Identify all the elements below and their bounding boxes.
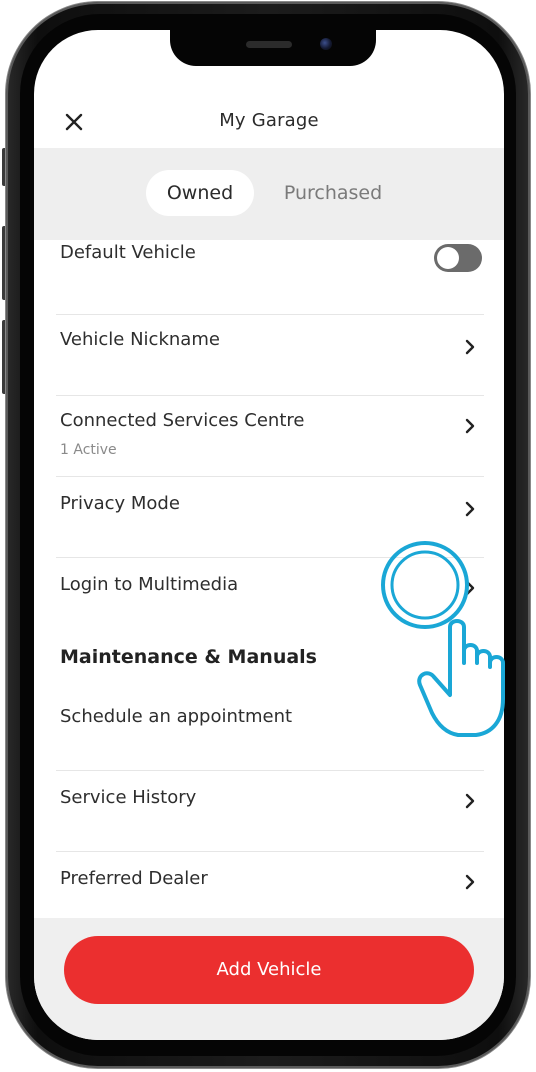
service-history-label: Service History [60, 787, 197, 808]
connected-services-status: 1 Active [60, 442, 117, 458]
preferred-dealer-label: Preferred Dealer [60, 868, 208, 889]
privacy-mode-label: Privacy Mode [60, 493, 180, 514]
maintenance-section-title: Maintenance & Manuals [60, 646, 317, 668]
login-multimedia-label: Login to Multimedia [60, 574, 239, 595]
default-vehicle-label: Default Vehicle [60, 242, 196, 263]
chevron-right-icon [465, 339, 475, 355]
chevron-right-icon [465, 418, 475, 434]
front-camera [320, 38, 332, 50]
tab-purchased[interactable]: Purchased [266, 170, 400, 216]
toggle-knob [437, 247, 459, 269]
default-vehicle-row: Default Vehicle [56, 240, 484, 314]
chevron-right-icon [465, 501, 475, 517]
preferred-dealer-row[interactable]: Preferred Dealer [56, 852, 484, 918]
phone-screen: My Garage Owned Purchased Default Vehicl… [34, 30, 504, 1040]
vehicle-nickname-row[interactable]: Vehicle Nickname [56, 315, 484, 395]
connected-services-label: Connected Services Centre [60, 410, 305, 431]
service-history-row[interactable]: Service History [56, 771, 484, 851]
tab-bar: Owned Purchased [34, 148, 504, 240]
default-vehicle-toggle[interactable] [434, 244, 482, 272]
settings-list: Default Vehicle Vehicle Nickname Connect… [34, 240, 504, 918]
notch [170, 30, 376, 66]
header: My Garage [34, 98, 504, 148]
speaker-grille [246, 41, 292, 48]
connected-services-row[interactable]: Connected Services Centre 1 Active [56, 396, 484, 476]
schedule-appointment-row[interactable]: Schedule an appointment [56, 690, 484, 770]
chevron-right-icon [465, 874, 475, 890]
schedule-appointment-label: Schedule an appointment [60, 706, 293, 727]
page-title: My Garage [219, 110, 319, 131]
vehicle-nickname-label: Vehicle Nickname [60, 329, 220, 350]
login-multimedia-row[interactable]: Login to Multimedia [56, 558, 484, 630]
footer: Add Vehicle [34, 918, 504, 1040]
privacy-mode-row[interactable]: Privacy Mode [56, 477, 484, 557]
tab-owned[interactable]: Owned [146, 170, 254, 216]
stage: My Garage Owned Purchased Default Vehicl… [0, 0, 536, 1072]
chevron-right-icon [465, 580, 475, 596]
chevron-right-icon [465, 793, 475, 809]
add-vehicle-button[interactable]: Add Vehicle [64, 936, 474, 1004]
